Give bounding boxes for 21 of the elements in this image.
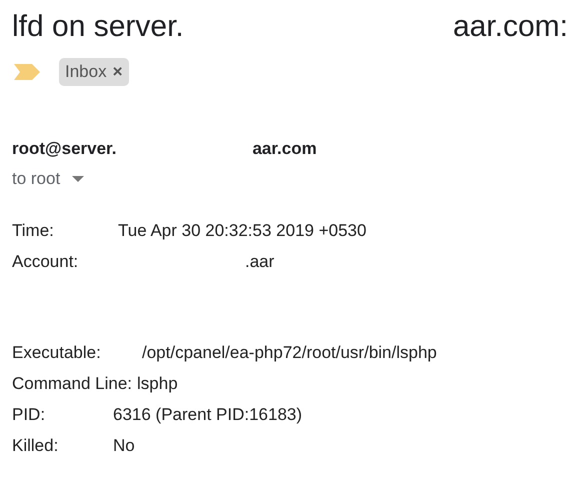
sender-address: root@server. bbox=[12, 139, 116, 159]
field-label: Account: bbox=[12, 251, 80, 273]
label-text: Inbox bbox=[65, 62, 107, 82]
remove-label-button[interactable]: × bbox=[112, 62, 123, 82]
caret-icon bbox=[72, 176, 84, 182]
field-value: .aar bbox=[245, 251, 274, 273]
importance-marker-icon[interactable] bbox=[14, 64, 40, 80]
field-value: Tue Apr 30 20:32:53 2019 +0530 bbox=[118, 220, 366, 242]
field-label: Command Line: bbox=[12, 373, 132, 395]
field-value: /opt/cpanel/ea-php72/root/usr/bin/lsphp bbox=[142, 342, 437, 364]
subject-text: aar.com: bbox=[452, 9, 566, 45]
field-label: PID: bbox=[12, 404, 46, 426]
field-value: 6316 (Parent PID:16183) bbox=[113, 404, 302, 426]
field-value: lsphp bbox=[137, 373, 178, 395]
field-value: No bbox=[113, 435, 135, 457]
field-label: Executable: bbox=[12, 342, 102, 364]
field-label: Killed: bbox=[12, 435, 60, 457]
subject-text: lfd on server. bbox=[12, 9, 184, 45]
field-label: Time: bbox=[12, 220, 55, 242]
sender-address: aar.com bbox=[252, 139, 317, 159]
recipient-details[interactable]: to root bbox=[12, 169, 84, 189]
